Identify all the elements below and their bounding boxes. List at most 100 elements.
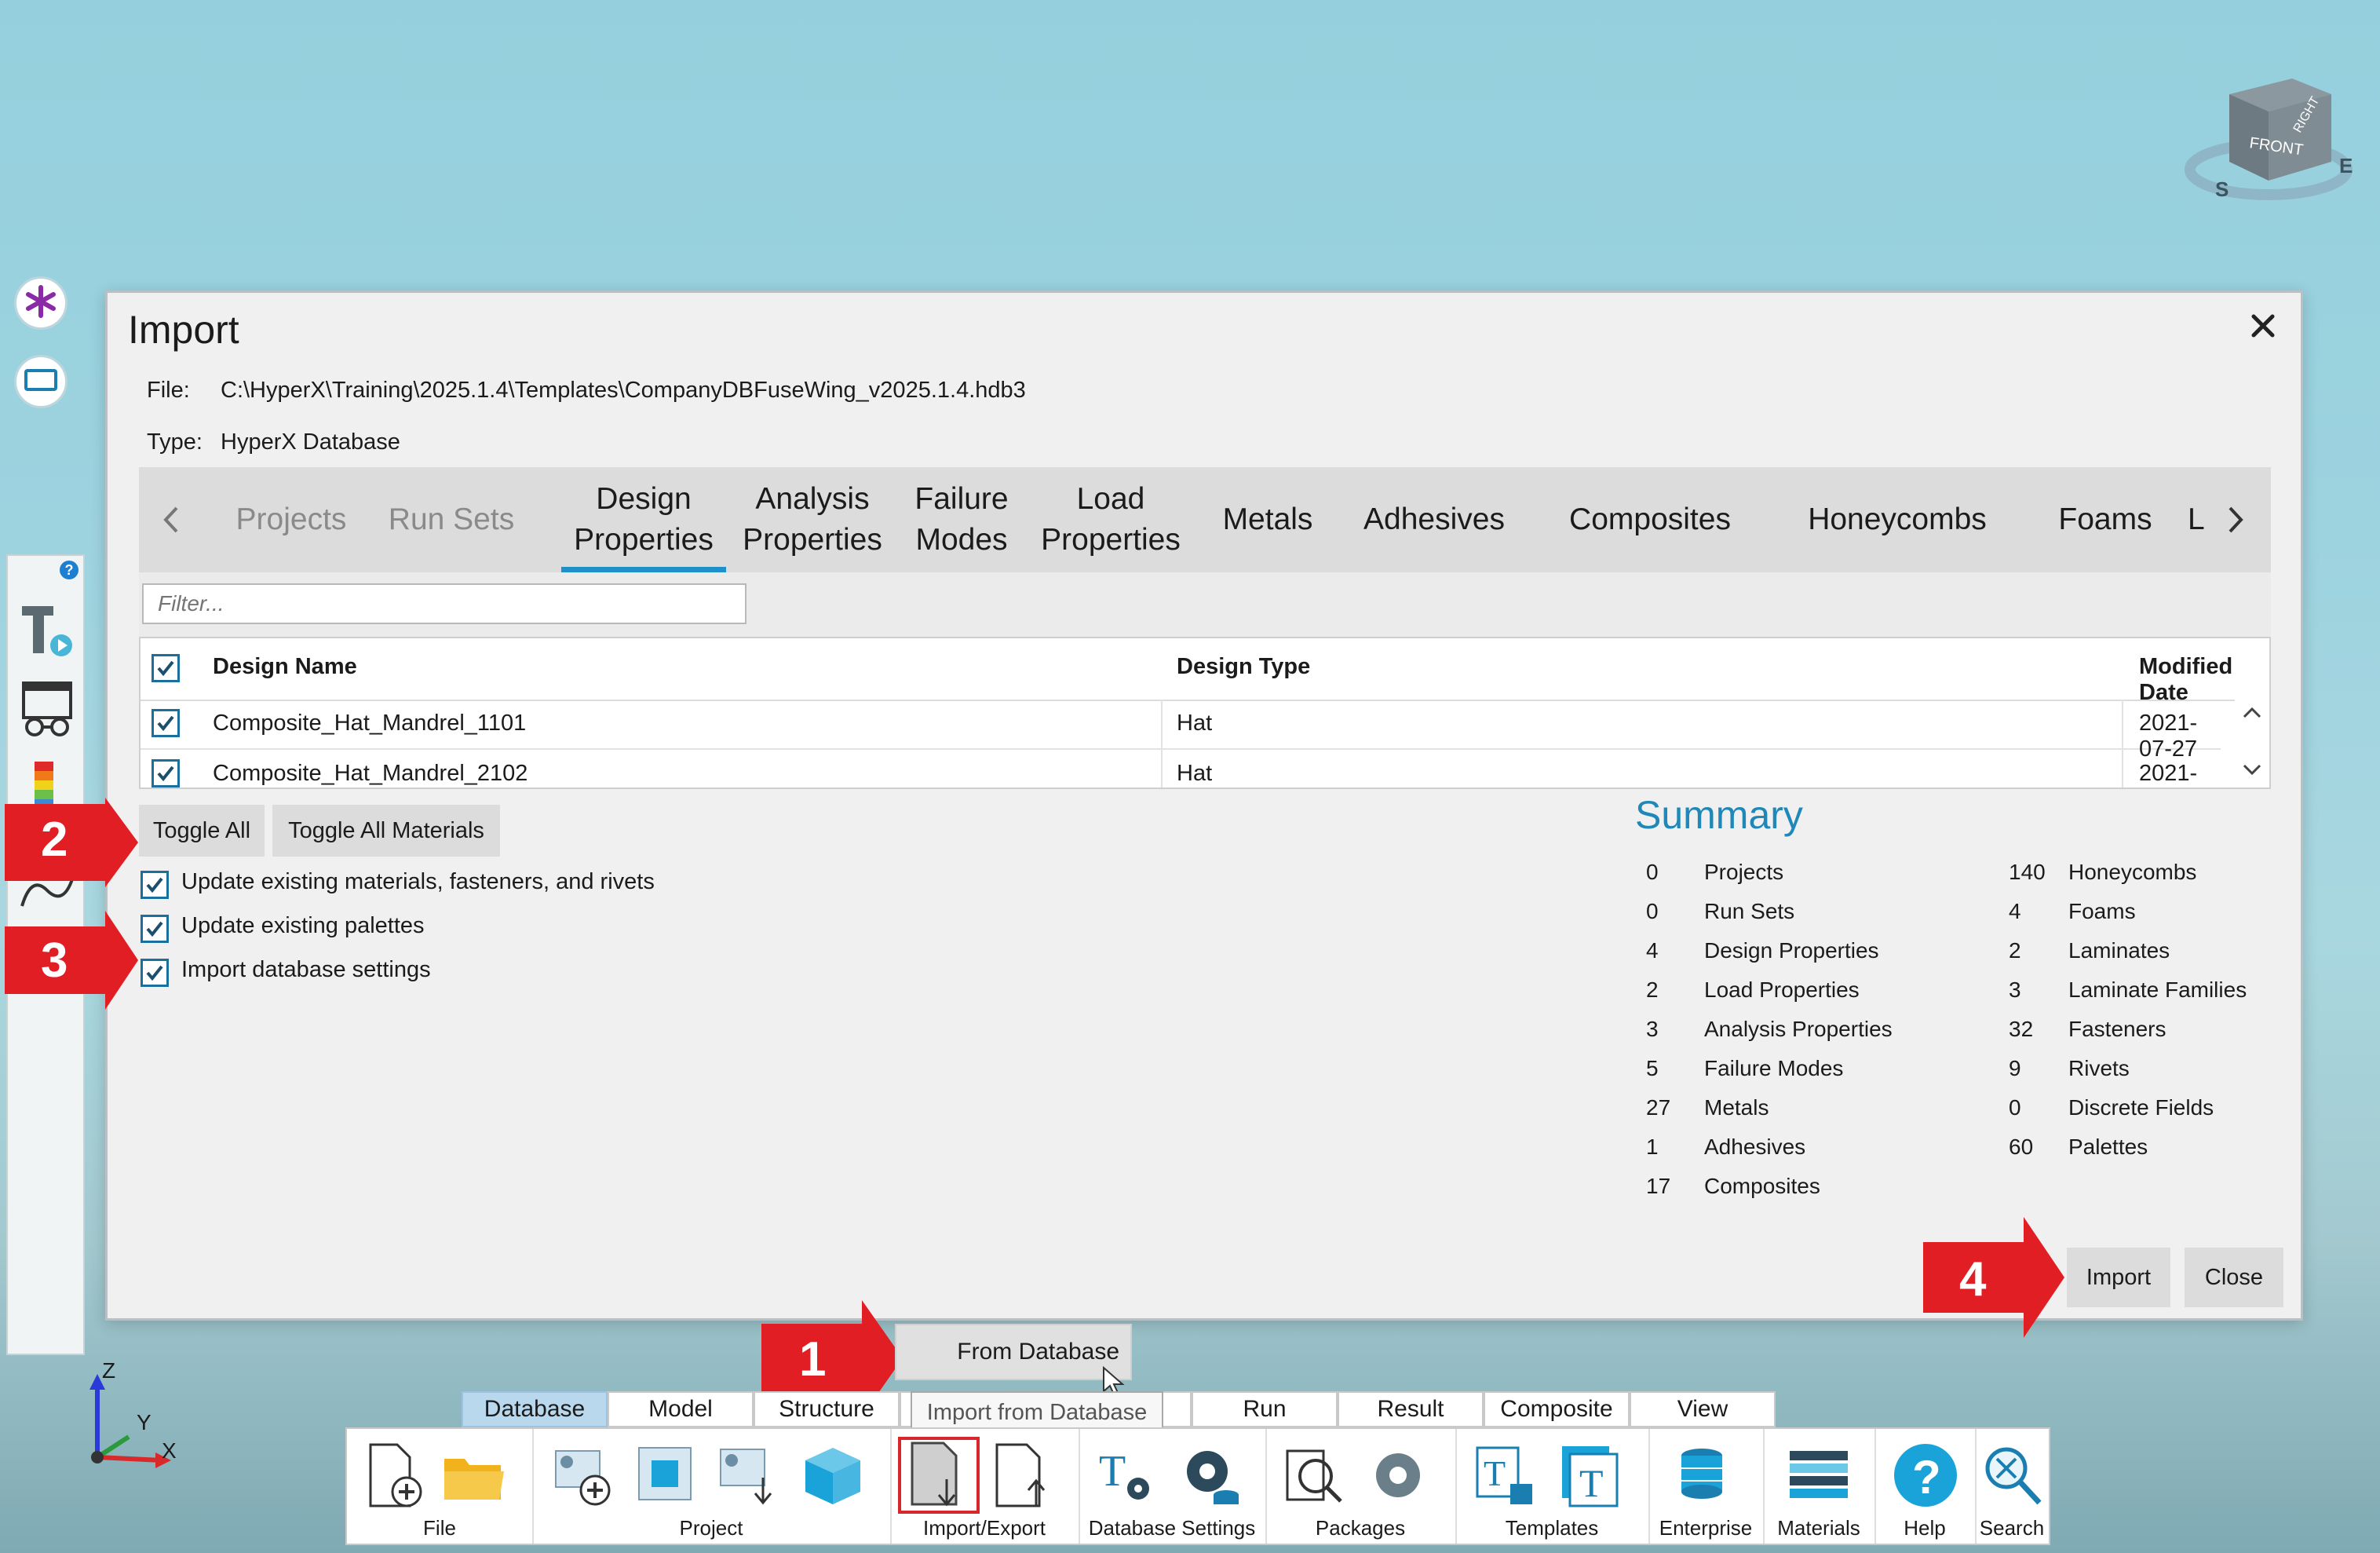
cell-design-type: Hat	[1177, 761, 1213, 786]
database-gear-icon[interactable]	[1174, 1440, 1245, 1511]
tab-analysis-properties[interactable]: Analysis Properties	[734, 467, 891, 572]
table-row[interactable]: Composite_Hat_Mandrel_1101 Hat 2021-07-2…	[141, 700, 2221, 762]
view-cube[interactable]: FRONT RIGHT S E	[2174, 63, 2363, 204]
tab-composites[interactable]: Composites	[1544, 467, 1756, 572]
chevron-right-icon[interactable]	[2219, 500, 2250, 539]
ribbon-tab-model[interactable]: Model	[608, 1391, 754, 1427]
open-folder-icon[interactable]	[438, 1440, 509, 1511]
ribbon-tab-run[interactable]: Run	[1192, 1391, 1338, 1427]
tab-run-sets[interactable]: Run Sets	[373, 467, 530, 572]
template-save-icon[interactable]: T	[1469, 1440, 1540, 1511]
ribbon-group-database-settings: T Database Settings	[1079, 1429, 1267, 1544]
ribbon-tab-database[interactable]: Database	[462, 1391, 608, 1427]
summary-count: 32	[2009, 1017, 2034, 1041]
tab-partial[interactable]: L	[2188, 467, 2219, 572]
svg-text:T: T	[1099, 1447, 1126, 1496]
project-window-icon[interactable]	[631, 1440, 702, 1511]
search-icon[interactable]	[1977, 1440, 2047, 1511]
col-design-name[interactable]: Design Name	[213, 654, 357, 680]
enterprise-database-icon[interactable]	[1670, 1440, 1741, 1511]
materials-layers-icon[interactable]	[1783, 1440, 1854, 1511]
grid-scrollbar[interactable]	[2235, 700, 2269, 787]
package-box-icon[interactable]	[798, 1440, 868, 1511]
rectangle-view-button[interactable]	[14, 355, 68, 408]
scroll-up-icon[interactable]	[2241, 704, 2263, 724]
template-settings-icon[interactable]: T	[1091, 1440, 1162, 1511]
chevron-left-icon[interactable]	[156, 500, 188, 539]
ribbon-group-materials: Materials	[1763, 1429, 1876, 1544]
import-from-database-button[interactable]	[898, 1437, 980, 1514]
ribbon-group-project: Project	[532, 1429, 892, 1544]
summary-count: 27	[1646, 1095, 1671, 1120]
row-checkbox[interactable]	[151, 759, 180, 787]
from-database-menu-item[interactable]: From Database	[895, 1324, 1132, 1380]
package-search-icon[interactable]	[1279, 1440, 1350, 1511]
tab-honeycombs[interactable]: Honeycombs	[1780, 467, 2015, 572]
export-icon[interactable]	[987, 1440, 1058, 1511]
filter-area	[139, 572, 2271, 637]
update-palettes-checkbox[interactable]	[141, 915, 169, 943]
ribbon-group-label: Enterprise	[1659, 1516, 1753, 1540]
type-label: Type:	[147, 429, 203, 455]
tab-adhesives[interactable]: Adhesives	[1348, 467, 1520, 572]
new-file-icon[interactable]	[358, 1440, 429, 1511]
ribbon-tab-view[interactable]: View	[1630, 1391, 1776, 1427]
summary-label: Foams	[2068, 899, 2136, 923]
ribbon-group-label: Materials	[1777, 1516, 1860, 1540]
scroll-down-icon[interactable]	[2241, 762, 2263, 782]
summary-count: 0	[2009, 1095, 2021, 1120]
ribbon-group-packages: Packages	[1265, 1429, 1457, 1544]
tab-metals[interactable]: Metals	[1205, 467, 1331, 572]
help-badge-icon[interactable]: ?	[60, 561, 78, 579]
project-import-icon[interactable]	[714, 1440, 785, 1511]
row-checkbox[interactable]	[151, 709, 180, 737]
ribbon-group-label: Templates	[1505, 1516, 1599, 1540]
text-tool-icon[interactable]	[16, 600, 78, 663]
axis-x-label: X	[162, 1438, 177, 1463]
summary-label: Discrete Fields	[2068, 1095, 2214, 1120]
category-tabbar: Projects Run Sets Design Properties Anal…	[139, 467, 2271, 572]
import-button[interactable]: Import	[2067, 1248, 2170, 1307]
tab-projects[interactable]: Projects	[225, 467, 357, 572]
file-label: File:	[147, 378, 190, 403]
ribbon-tab-composite[interactable]: Composite	[1484, 1391, 1630, 1427]
close-button[interactable]: Close	[2185, 1248, 2283, 1307]
tab-load-properties[interactable]: Load Properties	[1032, 467, 1189, 572]
axis-z-label: Z	[102, 1358, 116, 1383]
ribbon-tab-structure[interactable]: Structure	[754, 1391, 900, 1427]
tab-failure-modes[interactable]: Failure Modes	[899, 467, 1024, 572]
import-settings-checkbox[interactable]	[141, 959, 169, 987]
help-icon[interactable]: ?	[1890, 1440, 1961, 1511]
table-row[interactable]: Composite_Hat_Mandrel_2102 Hat 2021-07-2…	[141, 750, 2221, 787]
summary-count: 17	[1646, 1174, 1671, 1198]
ribbon-group-templates: T T Templates	[1455, 1429, 1650, 1544]
package-settings-icon[interactable]	[1363, 1440, 1433, 1511]
col-modified-date[interactable]: Modified Date	[2139, 654, 2269, 706]
summary-count: 1	[1646, 1135, 1659, 1159]
summary-label: Composites	[1704, 1174, 1820, 1198]
toggle-all-button[interactable]: Toggle All	[139, 805, 265, 857]
summary-count: 0	[1646, 860, 1659, 884]
ribbon-group-file: File	[347, 1429, 534, 1544]
col-design-type[interactable]: Design Type	[1177, 654, 1310, 680]
summary-count: 4	[1646, 938, 1659, 963]
tab-design-properties[interactable]: Design Properties	[561, 467, 726, 572]
update-materials-checkbox[interactable]	[141, 871, 169, 899]
asterisk-button[interactable]	[14, 276, 68, 330]
tab-foams[interactable]: Foams	[2031, 467, 2180, 572]
summary-label: Honeycombs	[2068, 860, 2197, 884]
callout-4-label: 4	[1959, 1252, 1987, 1306]
close-icon[interactable]	[2247, 310, 2279, 342]
template-icon[interactable]: T	[1556, 1440, 1626, 1511]
grid-header: Design Name Design Type Modified Date	[141, 638, 2269, 705]
ribbon-group-label: Packages	[1315, 1516, 1406, 1540]
select-all-checkbox[interactable]	[151, 654, 180, 682]
toggle-all-materials-button[interactable]: Toggle All Materials	[272, 805, 500, 857]
summary-count: 3	[1646, 1017, 1659, 1041]
filter-input[interactable]	[142, 583, 746, 624]
glasses-view-icon[interactable]	[16, 678, 78, 741]
asterisk-icon	[24, 284, 58, 323]
ribbon-tab-result[interactable]: Result	[1338, 1391, 1484, 1427]
add-project-icon[interactable]	[548, 1440, 619, 1511]
ribbon: File Project Import/Export T Database Se…	[345, 1427, 2050, 1545]
